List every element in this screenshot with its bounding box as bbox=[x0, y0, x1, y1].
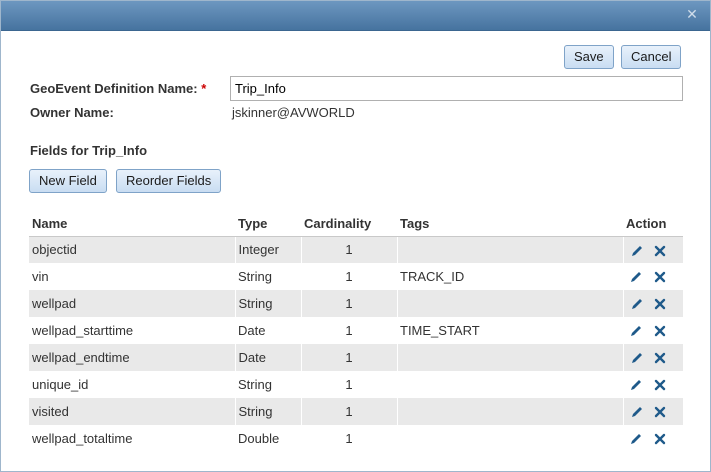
new-field-button[interactable]: New Field bbox=[29, 169, 107, 193]
field-name-cell: vin bbox=[32, 269, 49, 284]
table-row[interactable]: wellpad_endtime Date 1 bbox=[29, 344, 683, 371]
definition-name-label: GeoEvent Definition Name: * bbox=[30, 81, 206, 96]
field-name-cell: visited bbox=[29, 398, 235, 425]
field-action-cell bbox=[622, 236, 683, 263]
table-row[interactable]: wellpad_totaltime Double 1 bbox=[29, 425, 683, 452]
field-type-cell: Date bbox=[234, 344, 301, 371]
delete-x-icon[interactable] bbox=[653, 432, 667, 446]
cancel-button[interactable]: Cancel bbox=[621, 45, 682, 69]
field-name-cell: wellpad_endtime bbox=[29, 344, 235, 371]
close-icon[interactable]: ✕ bbox=[684, 7, 700, 23]
definition-name-label-text: GeoEvent Definition Name: bbox=[30, 81, 198, 96]
save-button[interactable]: Save bbox=[564, 45, 614, 69]
pencil-icon[interactable] bbox=[630, 351, 644, 365]
field-type-cell: Date bbox=[238, 323, 266, 338]
field-cardinality-cell: 1 bbox=[345, 377, 353, 392]
table-row[interactable]: wellpad_starttime Date 1 TIME_START bbox=[29, 317, 683, 344]
pencil-icon[interactable] bbox=[630, 297, 644, 311]
pencil-icon[interactable] bbox=[629, 432, 643, 446]
field-name-cell: objectid bbox=[29, 236, 235, 263]
definition-name-input[interactable] bbox=[230, 76, 683, 101]
field-cardinality-cell: 1 bbox=[345, 323, 353, 338]
owner-name-value: jskinner@AVWORLD bbox=[232, 105, 355, 120]
delete-x-icon[interactable] bbox=[653, 378, 667, 392]
field-type-cell: String bbox=[238, 377, 272, 392]
delete-x-icon[interactable] bbox=[653, 324, 667, 338]
fields-heading: Fields for Trip_Info bbox=[30, 143, 148, 158]
column-header-type[interactable]: Type bbox=[235, 212, 301, 237]
table-header-row: Name Type Cardinality Tags Action bbox=[29, 212, 683, 237]
field-type-cell: Double bbox=[238, 431, 280, 446]
column-header-name[interactable]: Name bbox=[29, 212, 235, 237]
field-action-cell bbox=[623, 317, 683, 344]
required-marker: * bbox=[201, 81, 207, 96]
delete-x-icon[interactable] bbox=[653, 270, 667, 284]
field-cardinality-cell: 1 bbox=[300, 236, 397, 263]
table-row[interactable]: wellpad String 1 bbox=[29, 290, 683, 317]
field-cardinality-cell: 1 bbox=[300, 290, 397, 317]
geoevent-definition-dialog: ✕ Save Cancel GeoEvent Definition Name: … bbox=[0, 0, 711, 472]
field-tags-cell bbox=[396, 290, 623, 317]
field-cardinality-cell: 1 bbox=[300, 398, 397, 425]
field-cardinality-cell: 1 bbox=[345, 431, 353, 446]
column-header-tags[interactable]: Tags bbox=[397, 212, 623, 237]
field-cardinality-cell: 1 bbox=[345, 269, 353, 284]
pencil-icon[interactable] bbox=[630, 244, 644, 258]
field-name-cell: wellpad_starttime bbox=[32, 323, 134, 338]
dialog-titlebar: ✕ bbox=[1, 1, 710, 31]
field-action-cell bbox=[622, 290, 683, 317]
table-row[interactable]: objectid Integer 1 bbox=[29, 236, 683, 263]
delete-x-icon[interactable] bbox=[653, 405, 667, 419]
field-action-cell bbox=[623, 263, 683, 290]
pencil-icon[interactable] bbox=[630, 405, 644, 419]
pencil-icon[interactable] bbox=[629, 324, 643, 338]
table-row[interactable]: vin String 1 TRACK_ID bbox=[29, 263, 683, 290]
field-name-cell: wellpad bbox=[29, 290, 235, 317]
field-tags-cell bbox=[396, 236, 623, 263]
field-name-cell: unique_id bbox=[32, 377, 89, 392]
field-tags-cell bbox=[396, 398, 623, 425]
reorder-fields-button[interactable]: Reorder Fields bbox=[116, 169, 222, 193]
field-tags-cell: TRACK_ID bbox=[400, 269, 465, 284]
field-name-cell: wellpad_totaltime bbox=[32, 431, 133, 446]
fields-table: Name Type Cardinality Tags Action object… bbox=[29, 212, 683, 452]
field-tags-cell bbox=[397, 371, 623, 398]
field-action-cell bbox=[623, 425, 683, 452]
field-type-cell: String bbox=[234, 290, 301, 317]
delete-x-icon[interactable] bbox=[653, 297, 667, 311]
delete-x-icon[interactable] bbox=[653, 244, 667, 258]
field-tags-cell bbox=[396, 344, 623, 371]
field-action-cell bbox=[622, 344, 683, 371]
column-header-cardinality[interactable]: Cardinality bbox=[301, 212, 397, 237]
field-tags-cell bbox=[397, 425, 623, 452]
field-action-cell bbox=[623, 371, 683, 398]
pencil-icon[interactable] bbox=[629, 270, 643, 284]
delete-x-icon[interactable] bbox=[653, 351, 667, 365]
owner-name-label: Owner Name: bbox=[30, 105, 114, 120]
table-row[interactable]: unique_id String 1 bbox=[29, 371, 683, 398]
field-action-cell bbox=[622, 398, 683, 425]
field-type-cell: String bbox=[238, 269, 272, 284]
field-tags-cell: TIME_START bbox=[400, 323, 480, 338]
field-cardinality-cell: 1 bbox=[300, 344, 397, 371]
field-type-cell: Integer bbox=[234, 236, 301, 263]
pencil-icon[interactable] bbox=[629, 378, 643, 392]
column-header-action: Action bbox=[623, 212, 683, 237]
field-type-cell: String bbox=[234, 398, 301, 425]
table-row[interactable]: visited String 1 bbox=[29, 398, 683, 425]
